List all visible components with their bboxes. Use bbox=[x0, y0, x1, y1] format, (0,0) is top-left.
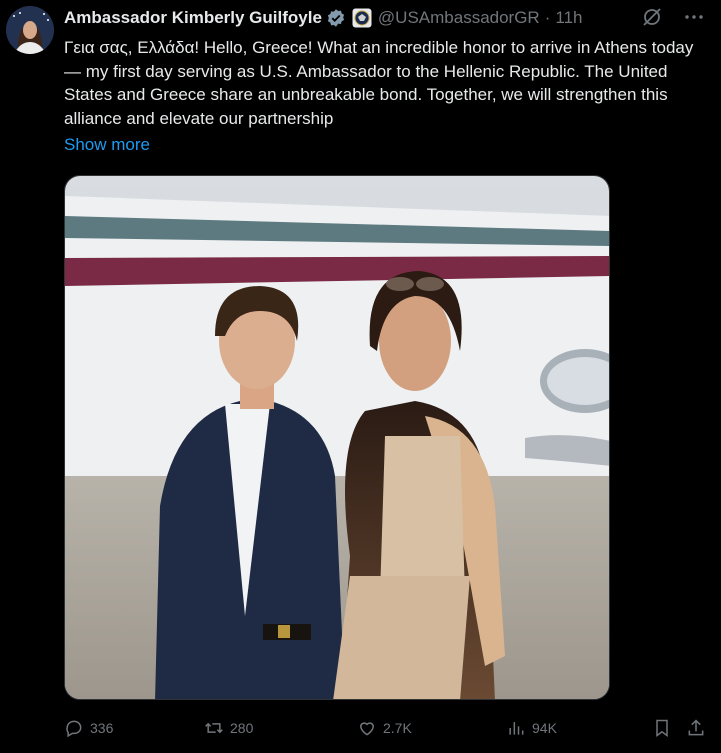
grok-icon[interactable] bbox=[641, 6, 663, 33]
tweet-text: Γεια σας, Ελλάδα! Hello, Greece! What an… bbox=[64, 36, 704, 130]
share-button[interactable] bbox=[686, 716, 706, 740]
reply-button[interactable]: 336 bbox=[64, 716, 113, 740]
reply-count: 336 bbox=[90, 720, 114, 736]
tweet-timestamp[interactable]: 11h bbox=[555, 8, 582, 28]
author-avatar[interactable] bbox=[6, 6, 54, 54]
more-icon[interactable] bbox=[683, 6, 705, 33]
author-handle[interactable]: @USAmbassadorGR bbox=[378, 8, 540, 28]
share-icon bbox=[686, 718, 706, 738]
reply-icon bbox=[64, 718, 84, 738]
bookmark-button[interactable] bbox=[652, 716, 672, 740]
tweet-photo[interactable] bbox=[64, 175, 610, 700]
show-more-link[interactable]: Show more bbox=[64, 135, 150, 155]
like-count: 2.7K bbox=[383, 720, 412, 736]
tweet-text-content: Γεια σας, Ελλάδα! Hello, Greece! What an… bbox=[64, 38, 694, 128]
government-seal-icon[interactable] bbox=[352, 8, 372, 28]
tweet-actions: 336 280 2.7K 94K bbox=[64, 716, 714, 740]
repost-icon bbox=[204, 718, 224, 738]
like-button[interactable]: 2.7K bbox=[357, 716, 412, 740]
bookmark-icon bbox=[652, 718, 672, 738]
heart-icon bbox=[357, 718, 377, 738]
tweet-header: Ambassador Kimberly Guilfoyle @USAmbassa… bbox=[64, 6, 711, 30]
views-button[interactable]: 94K bbox=[506, 716, 557, 740]
repost-button[interactable]: 280 bbox=[204, 716, 253, 740]
separator-dot: · bbox=[544, 8, 551, 27]
author-name[interactable]: Ambassador Kimberly Guilfoyle bbox=[64, 8, 322, 28]
views-count: 94K bbox=[532, 720, 557, 736]
repost-count: 280 bbox=[230, 720, 254, 736]
views-icon bbox=[506, 718, 526, 738]
verified-badge-icon[interactable] bbox=[326, 8, 346, 28]
